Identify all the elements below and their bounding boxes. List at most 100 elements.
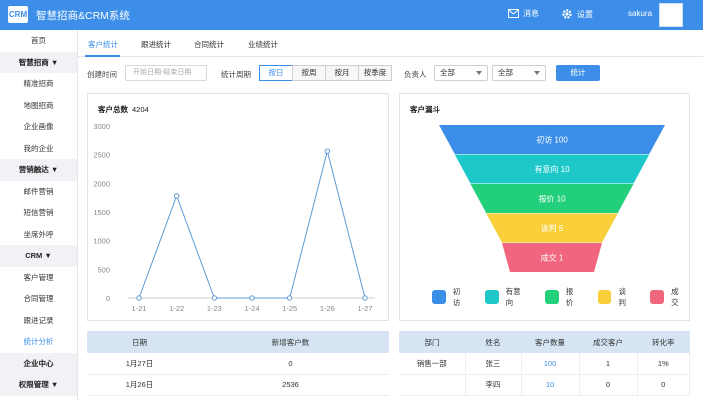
legend-item[interactable]: 有意向: [484, 286, 528, 308]
table1-header-date: 日期: [87, 331, 192, 353]
chevron-down-icon: [534, 71, 540, 75]
period-quarter-button[interactable]: 按季度: [358, 65, 392, 81]
table1-header-new: 新增客户数: [192, 331, 389, 353]
top-bar: CRM 智慧招商&CRM系统 消息 设置 sakura: [0, 0, 703, 30]
table-cell: 张三: [465, 353, 522, 375]
gear-icon: [562, 9, 572, 19]
table-cell: [399, 374, 466, 396]
sidebar-group[interactable]: CRM ▼: [0, 245, 77, 267]
stats-button[interactable]: 统计: [556, 65, 600, 81]
period-day-button[interactable]: 按日: [259, 65, 293, 81]
x-tick-label: 1-21: [131, 304, 146, 313]
y-tick-label: 2500: [93, 151, 110, 160]
y-tick-label: 1500: [93, 208, 110, 217]
table-row: 销售一部 张三 100 1 1%: [399, 353, 690, 375]
period-month-button[interactable]: 按月: [325, 65, 359, 81]
table-cell: 1: [579, 353, 638, 375]
customer-count-link[interactable]: 100: [521, 353, 580, 375]
funnel-label: 谈判 5: [541, 223, 564, 233]
customer-count-link[interactable]: 10: [521, 374, 580, 396]
funnel-label: 成交 1: [541, 253, 564, 263]
tab-customer-stats[interactable]: 客户统计: [88, 39, 118, 50]
table2-header-name: 姓名: [465, 331, 521, 353]
sidebar-item[interactable]: 统计分析: [0, 331, 77, 353]
tab-bar: 客户统计 跟进统计 合同统计 业绩统计: [78, 30, 703, 57]
funnel-label: 报价 10: [538, 194, 566, 204]
legend-label: 报价: [565, 287, 574, 307]
data-point[interactable]: [362, 295, 368, 301]
legend-item[interactable]: 成交: [650, 286, 686, 308]
data-point[interactable]: [286, 295, 293, 301]
sidebar-item[interactable]: 首页: [0, 30, 77, 52]
funnel-label: 初访 100: [536, 135, 568, 145]
period-label: 统计周期: [221, 70, 251, 79]
table-cell: 1%: [637, 353, 690, 375]
sidebar-item[interactable]: 地图招商: [0, 95, 77, 117]
data-point[interactable]: [249, 295, 255, 301]
legend-swatch: [484, 290, 499, 304]
table-cell: 0: [579, 374, 638, 396]
sidebar-item[interactable]: 短信营销: [0, 202, 77, 224]
chevron-down-icon: [476, 71, 482, 75]
data-point[interactable]: [136, 295, 142, 301]
data-point[interactable]: [173, 193, 180, 199]
app-title: 智慧招商&CRM系统: [36, 10, 130, 22]
table-cell: 李四: [465, 374, 522, 396]
user-name[interactable]: sakura: [628, 9, 652, 18]
legend-item[interactable]: 初访: [432, 286, 468, 308]
data-point[interactable]: [211, 295, 218, 301]
y-tick-label: 2000: [93, 179, 110, 188]
legend-label: 成交: [671, 287, 679, 307]
sidebar-item[interactable]: 坐席外呼: [0, 224, 77, 246]
owner-select-2-value: 全部: [498, 68, 513, 77]
table-cell: 1月26日: [87, 374, 192, 396]
legend-item[interactable]: 报价: [544, 286, 581, 308]
settings-link[interactable]: 设置: [561, 8, 593, 20]
table-cell: 0: [637, 374, 690, 396]
legend-item[interactable]: 谈判: [597, 286, 634, 308]
x-tick-label: 1-25: [282, 304, 297, 313]
legend-label: 有意向: [505, 287, 521, 307]
tab-performance-stats[interactable]: 业绩统计: [248, 39, 278, 50]
sidebar-item[interactable]: 合同管理: [0, 288, 77, 310]
owner-select-1[interactable]: 全部: [434, 65, 488, 81]
x-tick-label: 1-27: [357, 304, 372, 313]
tab-contract-stats[interactable]: 合同统计: [194, 39, 224, 50]
data-point[interactable]: [324, 148, 331, 154]
tab-followup-stats[interactable]: 跟进统计: [141, 39, 171, 50]
legend-label: 初访: [452, 287, 461, 307]
sidebar-item[interactable]: 精准招商: [0, 73, 77, 95]
y-tick-label: 0: [106, 294, 110, 303]
sidebar-group[interactable]: 营销触达 ▼: [0, 159, 77, 181]
sidebar-group[interactable]: 智慧招商 ▼: [0, 51, 77, 73]
created-time-label: 创建时间: [87, 70, 117, 79]
department-stats-table: 部门 姓名 客户数量 成交客户 转化率 销售一部 张三 100 1 1% 李四 10 0 0: [399, 331, 690, 396]
period-week-button[interactable]: 按周: [292, 65, 326, 81]
active-tab-indicator: [85, 55, 120, 57]
x-tick-label: 1-26: [320, 304, 335, 313]
x-tick-label: 1-22: [169, 304, 184, 313]
sidebar-item[interactable]: 客户管理: [0, 267, 77, 289]
date-range-input[interactable]: 开始日期-结束日期: [125, 65, 207, 81]
mail-icon: [508, 9, 519, 18]
avatar[interactable]: [659, 3, 683, 27]
sidebar-item[interactable]: 跟进记录: [0, 310, 77, 332]
sidebar-item[interactable]: 邮件营销: [0, 181, 77, 203]
table2-header-dept: 部门: [399, 331, 465, 353]
table-cell: 0: [192, 353, 389, 375]
daily-new-customers-table: 日期 新增客户数 1月27日 0 1月26日 2536: [87, 331, 389, 396]
sidebar-item[interactable]: 企业画像: [0, 116, 77, 138]
sidebar-item[interactable]: 我的企业: [0, 138, 77, 160]
sidebar-group[interactable]: 权限管理 ▼: [0, 374, 77, 396]
table2-header-rate: 转化率: [637, 331, 690, 353]
table-cell: 销售一部: [399, 353, 466, 375]
messages-link[interactable]: 消息: [508, 8, 539, 19]
table-row: 1月27日 0: [87, 353, 389, 375]
table-cell: 2536: [192, 374, 389, 396]
settings-label: 设置: [577, 9, 593, 19]
line-chart: 0 500 1000 1500 2000 2500 3000 1-21 1-22 1-23 1-24…: [93, 122, 375, 313]
table-row: 1月26日 2536: [87, 374, 389, 396]
sidebar-group[interactable]: 企业中心: [0, 352, 77, 374]
legend-swatch: [432, 290, 446, 304]
owner-select-2[interactable]: 全部: [492, 65, 546, 81]
